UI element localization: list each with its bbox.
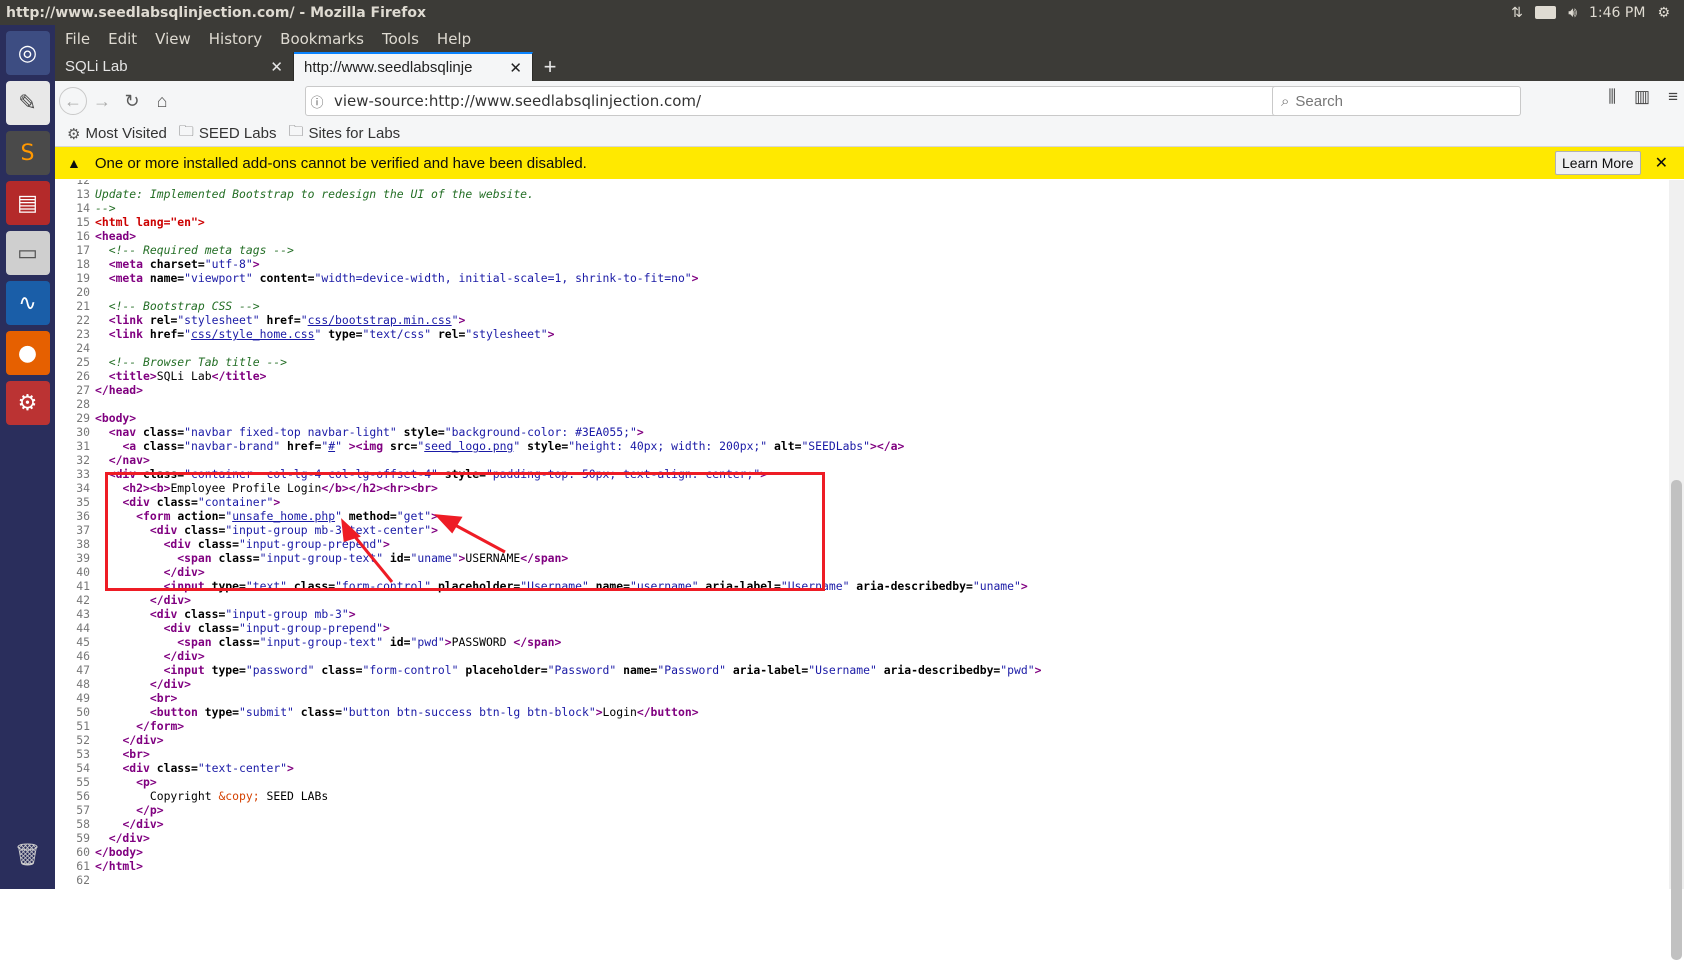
arrowhead <box>341 518 361 542</box>
annotation-arrows <box>341 514 506 583</box>
arrowhead <box>434 514 463 534</box>
